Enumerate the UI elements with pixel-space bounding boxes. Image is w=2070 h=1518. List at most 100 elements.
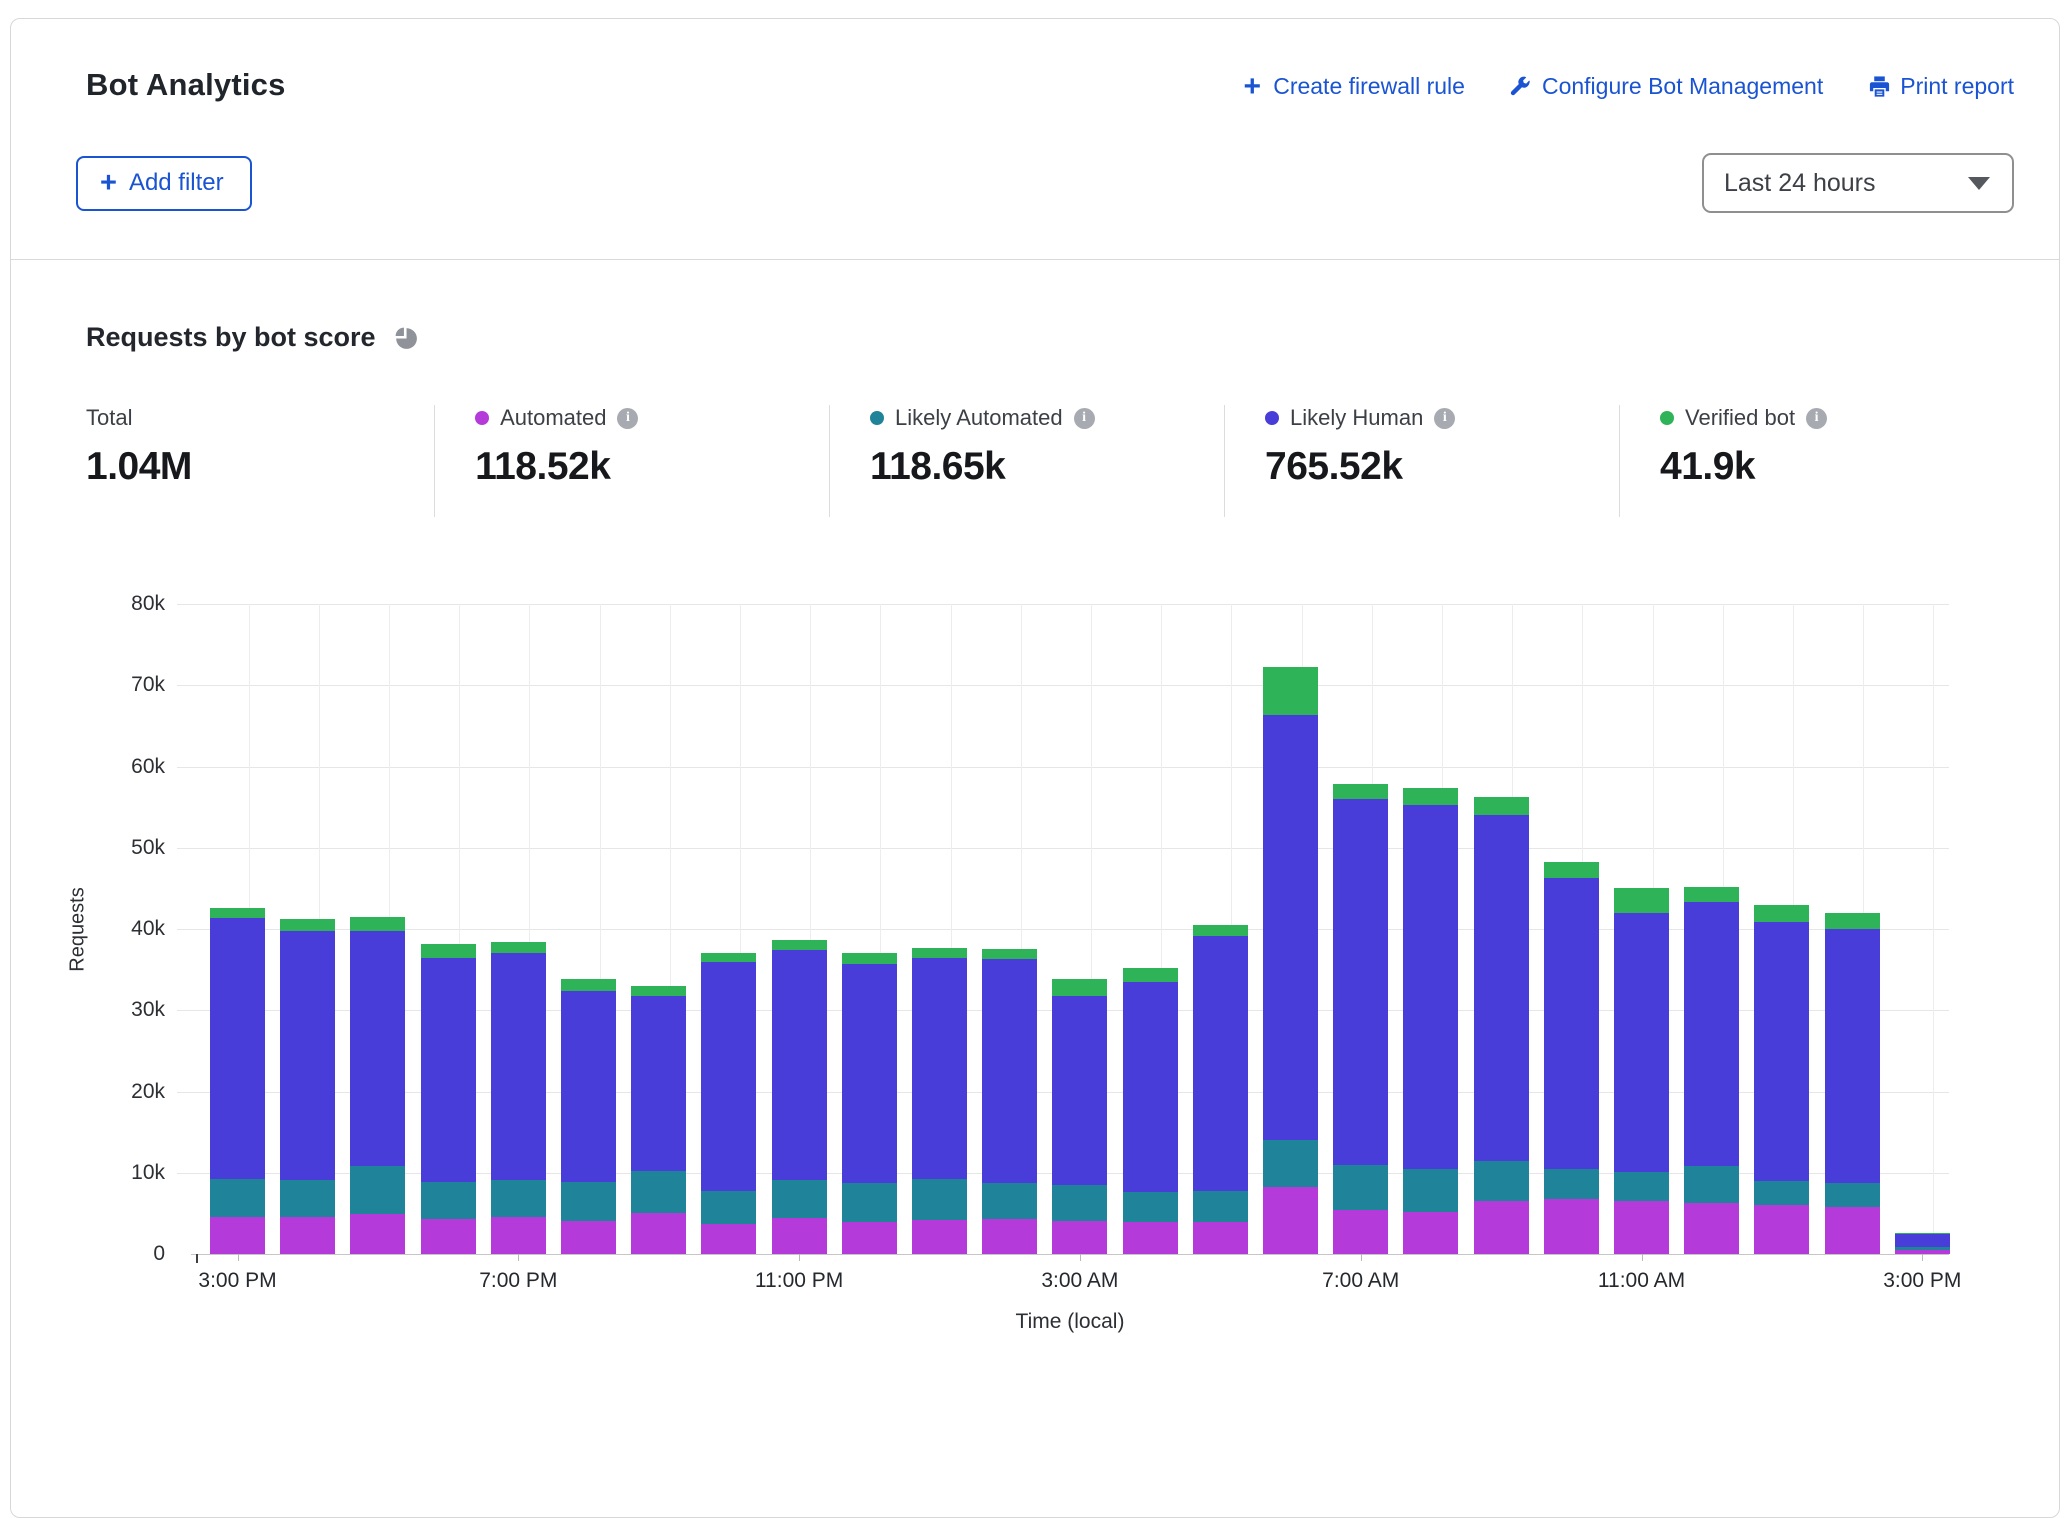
bar-10-00-pm[interactable]	[701, 953, 756, 1254]
bar-6-00-am[interactable]	[1263, 667, 1318, 1254]
segment-automated	[1684, 1203, 1739, 1254]
section-divider	[11, 259, 2059, 260]
segment-verified-bot	[350, 917, 405, 931]
pie-chart-icon	[392, 324, 419, 351]
segment-likely-human	[1052, 996, 1107, 1185]
x-tick-mark	[518, 1254, 519, 1261]
segment-verified-bot	[1754, 905, 1809, 922]
stat-total: Total 1.04M	[86, 405, 434, 517]
bar-7-00-pm[interactable]	[491, 942, 546, 1254]
x-tick-label: 11:00 AM	[1598, 1269, 1685, 1293]
segment-likely-automated	[912, 1179, 967, 1220]
bar-7-00-am[interactable]	[1333, 784, 1388, 1254]
bar-5-00-pm[interactable]	[350, 917, 405, 1254]
segment-likely-automated	[1684, 1166, 1739, 1203]
stat-likely-human[interactable]: Likely Humani765.52k	[1224, 405, 1619, 517]
stat-label: Automated	[500, 405, 606, 431]
bar-1-00-pm[interactable]	[1754, 905, 1809, 1254]
segment-verified-bot	[631, 986, 686, 996]
bar-9-00-pm[interactable]	[631, 986, 686, 1254]
bar-12-00-am[interactable]	[842, 953, 897, 1254]
segment-likely-automated	[1333, 1165, 1388, 1211]
bar-4-00-am[interactable]	[1123, 968, 1178, 1254]
bar-2-00-am[interactable]	[982, 949, 1037, 1254]
segment-automated	[1123, 1222, 1178, 1254]
segment-likely-human	[842, 964, 897, 1183]
stat-label: Verified bot	[1685, 405, 1795, 431]
segment-likely-automated	[1123, 1192, 1178, 1222]
x-tick-mark	[238, 1254, 239, 1261]
segment-verified-bot	[701, 953, 756, 963]
bar-3-00-pm[interactable]	[1895, 1233, 1950, 1254]
bar-12-00-pm[interactable]	[1684, 887, 1739, 1254]
segment-likely-automated	[280, 1180, 335, 1217]
y-tick-label: 0	[153, 1242, 165, 1266]
bar-11-00-am[interactable]	[1614, 888, 1669, 1254]
stat-likely-automated[interactable]: Likely Automatedi 118.65k	[829, 405, 1224, 517]
segment-verified-bot	[1614, 888, 1669, 912]
action-label: Print report	[1900, 73, 2014, 100]
bar-1-00-am[interactable]	[912, 948, 967, 1254]
x-tick-label: 11:00 PM	[755, 1269, 843, 1293]
x-tick-mark	[1080, 1254, 1081, 1261]
segment-likely-human	[1825, 929, 1880, 1183]
bar-10-00-am[interactable]	[1544, 862, 1599, 1254]
segment-likely-human	[631, 996, 686, 1172]
segment-automated	[421, 1219, 476, 1254]
legend-dot-likely-human	[1265, 411, 1279, 425]
bar-8-00-pm[interactable]	[561, 979, 616, 1254]
stat-automated[interactable]: Automatedi118.52k	[434, 405, 829, 517]
info-icon[interactable]: i	[1434, 408, 1455, 429]
bar-6-00-pm[interactable]	[421, 944, 476, 1254]
segment-automated	[912, 1220, 967, 1254]
header-row: Bot Analytics +Create firewall ruleConfi…	[76, 61, 2014, 103]
stat-total-value: 1.04M	[86, 445, 434, 489]
action-link-create-firewall-rule[interactable]: +Create firewall rule	[1240, 73, 1465, 100]
segment-likely-automated	[842, 1183, 897, 1222]
stat-value: 118.65k	[870, 445, 1224, 489]
bar-3-00-am[interactable]	[1052, 979, 1107, 1254]
bar-8-00-am[interactable]	[1403, 788, 1458, 1254]
segment-automated	[631, 1213, 686, 1254]
add-filter-button[interactable]: + Add filter	[76, 156, 252, 211]
segment-likely-automated	[1825, 1183, 1880, 1207]
bar-11-00-pm[interactable]	[772, 940, 827, 1254]
segment-likely-automated	[1544, 1169, 1599, 1199]
segment-automated	[1193, 1222, 1248, 1254]
y-tick-label: 30k	[131, 998, 165, 1022]
x-tick-mark	[1642, 1254, 1643, 1261]
segment-likely-automated	[772, 1180, 827, 1218]
segment-automated	[1052, 1221, 1107, 1254]
stat-label-row: Likely Automatedi	[870, 405, 1224, 431]
bar-9-00-am[interactable]	[1474, 797, 1529, 1254]
segment-likely-automated	[982, 1183, 1037, 1219]
segment-likely-human	[1193, 936, 1248, 1192]
x-tick-mark	[799, 1254, 800, 1261]
segment-automated	[350, 1214, 405, 1254]
info-icon[interactable]: i	[1074, 408, 1095, 429]
segment-automated	[772, 1218, 827, 1254]
time-range-select[interactable]: Last 24 hours	[1702, 153, 2014, 213]
x-tick-mark	[1361, 1254, 1362, 1261]
info-icon[interactable]: i	[1806, 408, 1827, 429]
segment-automated	[1544, 1199, 1599, 1254]
action-label: Configure Bot Management	[1542, 73, 1823, 100]
bar-3-00-pm[interactable]	[210, 908, 265, 1254]
segment-automated	[1403, 1212, 1458, 1254]
action-link-configure-bot-management[interactable]: Configure Bot Management	[1509, 73, 1823, 100]
stat-value: 765.52k	[1265, 445, 1619, 489]
segment-likely-human	[1474, 815, 1529, 1160]
time-range-value: Last 24 hours	[1724, 169, 1876, 198]
action-link-print-report[interactable]: Print report	[1867, 73, 2014, 100]
segment-verified-bot	[561, 979, 616, 990]
stat-label-row: Automated i	[475, 405, 829, 431]
bar-4-00-pm[interactable]	[280, 919, 335, 1254]
info-icon[interactable]: i	[617, 408, 638, 429]
segment-automated	[1754, 1205, 1809, 1254]
bar-5-00-am[interactable]	[1193, 925, 1248, 1254]
segment-likely-automated	[210, 1179, 265, 1216]
legend-dot-automated	[475, 411, 489, 425]
segment-likely-human	[1614, 913, 1669, 1172]
stat-verified-bot[interactable]: Verified boti41.9k	[1619, 405, 2014, 517]
bar-2-00-pm[interactable]	[1825, 913, 1880, 1254]
